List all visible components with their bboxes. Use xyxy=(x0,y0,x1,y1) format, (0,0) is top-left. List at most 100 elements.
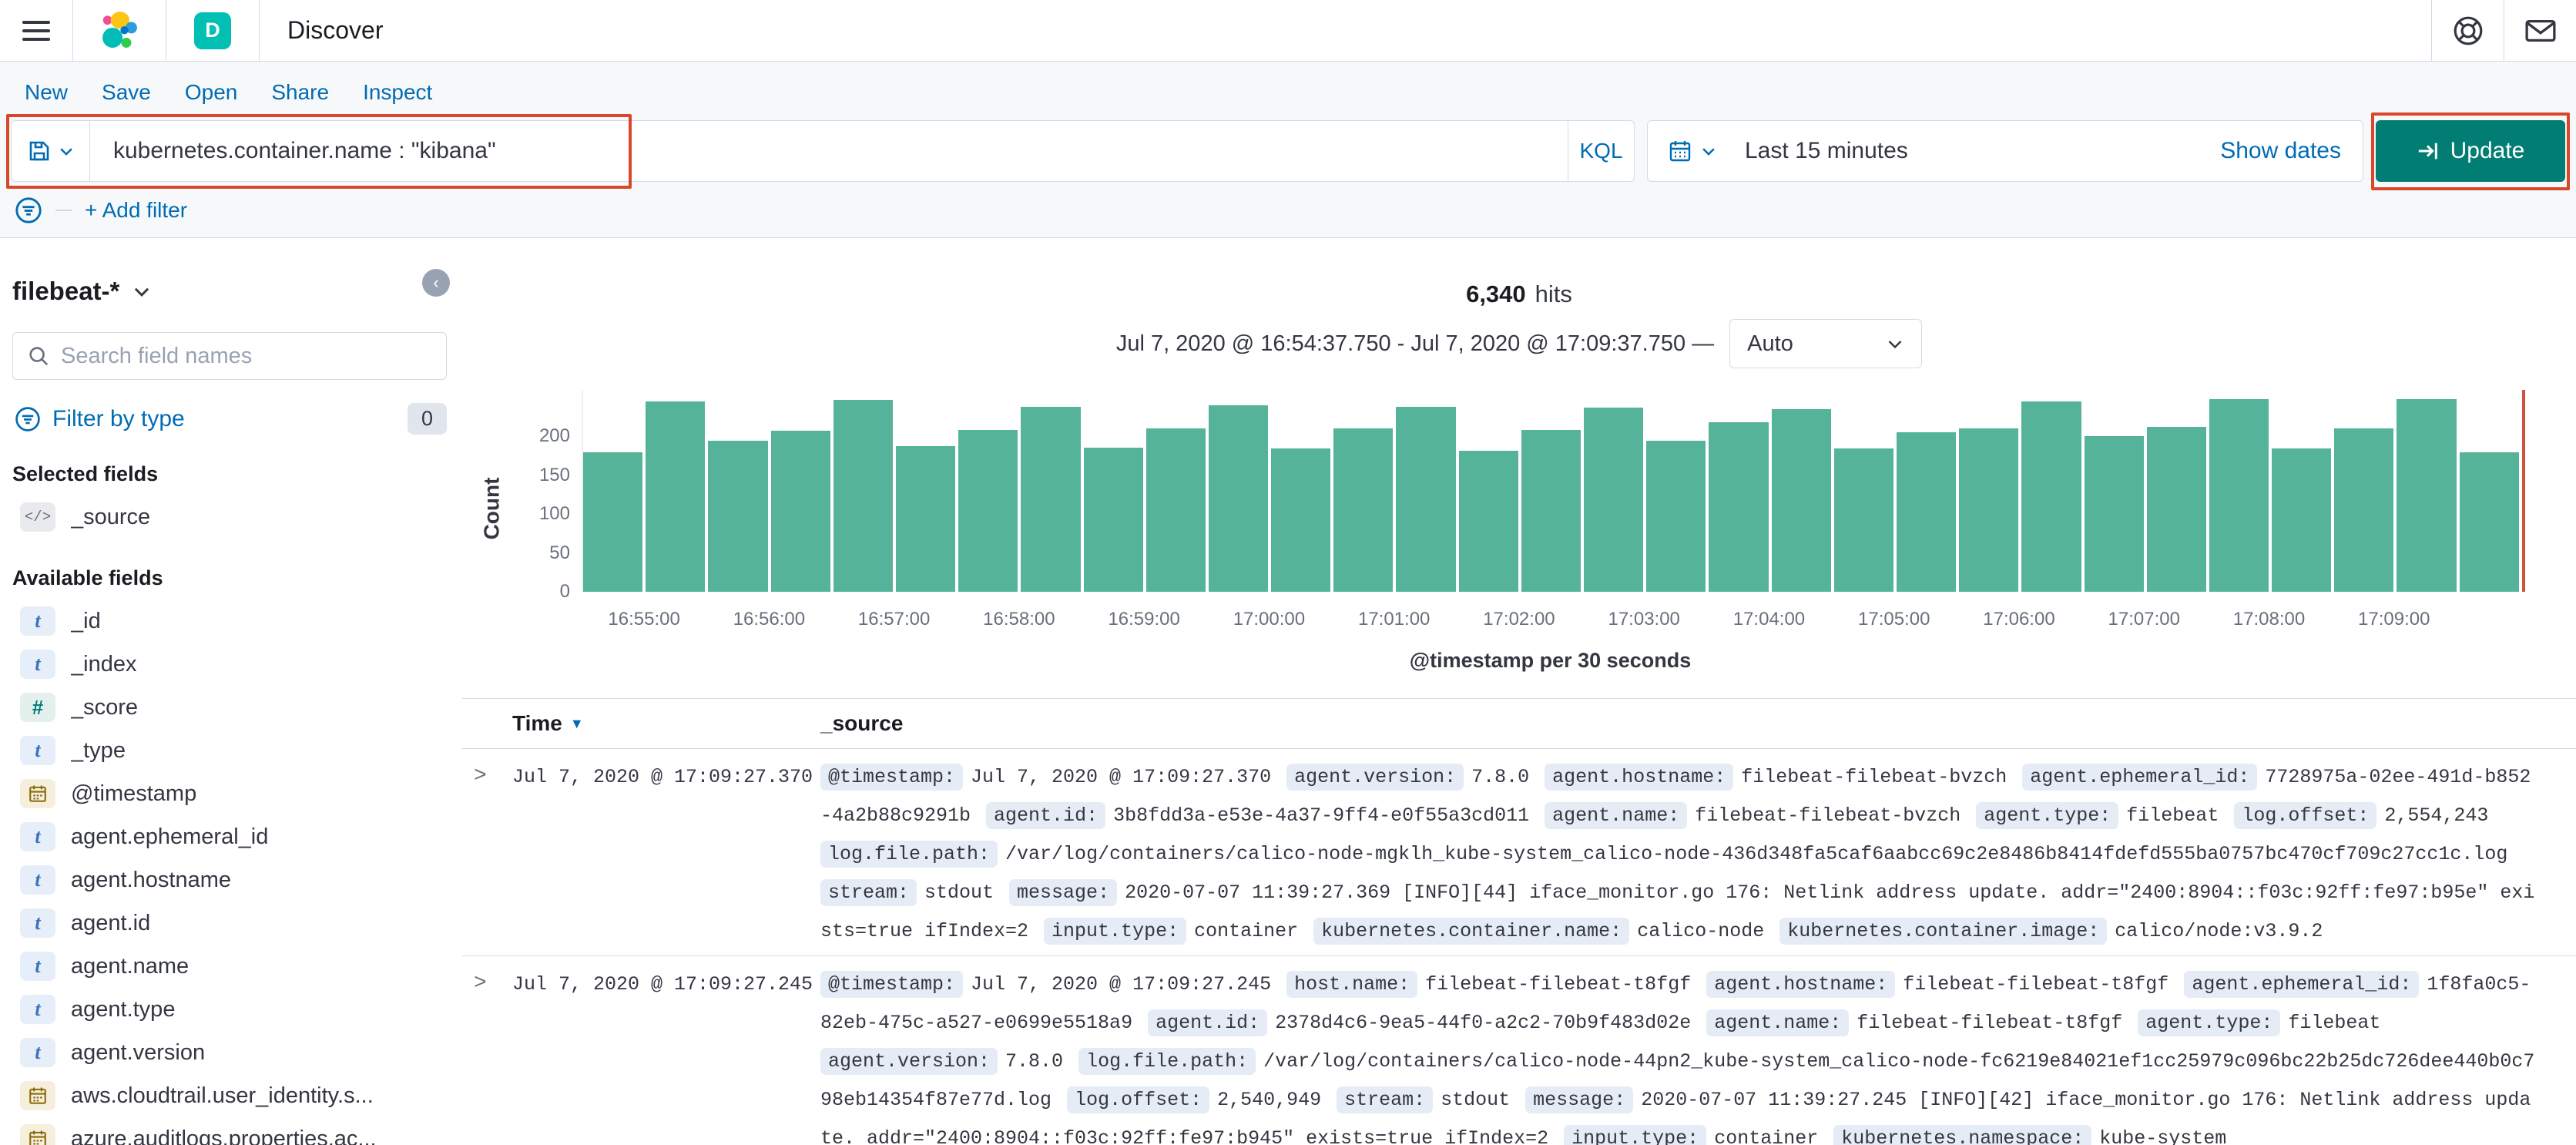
histogram-bar-23[interactable] xyxy=(2021,401,2081,592)
expand-row-icon[interactable]: > xyxy=(474,965,512,1145)
histogram-bar-11[interactable] xyxy=(1271,448,1331,592)
chevron-down-icon xyxy=(1888,341,1902,349)
histogram-bar-4[interactable] xyxy=(833,400,893,592)
field-key-pill: kubernetes.container.image: xyxy=(1779,918,2108,945)
field-key-pill: agent.version: xyxy=(820,1048,998,1075)
histogram-bar-1[interactable] xyxy=(646,401,706,592)
x-tick-17:01:00: 17:01:00 xyxy=(1357,609,1431,630)
x-tick-16:58:00: 16:58:00 xyxy=(983,609,1055,630)
saved-query-button[interactable] xyxy=(12,121,90,181)
date-field-icon xyxy=(20,1124,55,1145)
filter-by-type-link[interactable]: Filter by type xyxy=(52,406,185,432)
histogram-bar-15[interactable] xyxy=(1521,430,1581,592)
field-item-_type[interactable]: t _type xyxy=(12,729,447,772)
save-icon xyxy=(29,141,49,161)
kql-button[interactable]: KQL xyxy=(1568,121,1634,181)
nav-link-share[interactable]: Share xyxy=(271,80,329,105)
nav-link-new[interactable]: New xyxy=(25,80,68,105)
histogram-bar-8[interactable] xyxy=(1083,447,1143,592)
histogram-bar-30[interactable] xyxy=(2459,452,2519,592)
collapse-sidebar-button[interactable]: ‹ xyxy=(422,269,450,297)
field-key-pill: stream: xyxy=(820,879,917,906)
show-dates-link[interactable]: Show dates xyxy=(2220,138,2341,164)
histogram-bar-24[interactable] xyxy=(2084,436,2144,592)
help-button[interactable] xyxy=(2431,0,2504,61)
field-value: 3b8fdd3a-e53e-4a37-9ff4-e0f55a3cd011 xyxy=(1113,804,1530,827)
add-filter-link[interactable]: + Add filter xyxy=(85,198,187,223)
histogram-bar-9[interactable] xyxy=(1145,428,1206,592)
help-icon xyxy=(2454,16,2482,45)
field-item-aws.cloudtrail.user_identity.s...[interactable]: aws.cloudtrail.user_identity.s... xyxy=(12,1074,447,1117)
time-range-label[interactable]: Last 15 minutes xyxy=(1745,138,1908,164)
field-key-pill: log.offset: xyxy=(2234,802,2377,829)
field-item-agent.hostname[interactable]: t agent.hostname xyxy=(12,858,447,902)
histogram-bar-6[interactable] xyxy=(958,430,1018,592)
filter-circle-icon[interactable] xyxy=(14,196,43,225)
field-item-agent.type[interactable]: t agent.type xyxy=(12,988,447,1031)
field-item-azure.auditlogs.properties.ac...[interactable]: azure.auditlogs.properties.ac... xyxy=(12,1117,447,1145)
histogram-bar-18[interactable] xyxy=(1709,422,1769,592)
field-value: stdout xyxy=(924,881,995,904)
field-name-label: _type xyxy=(71,737,126,763)
histogram-bar-10[interactable] xyxy=(1208,405,1269,592)
field-value: filebeat-filebeat-bvzch xyxy=(1741,766,2007,788)
histogram-bar-7[interactable] xyxy=(1021,407,1081,592)
histogram-bar-14[interactable] xyxy=(1458,450,1518,592)
field-key-pill: agent.name: xyxy=(1706,1009,1850,1036)
nav-link-open[interactable]: Open xyxy=(185,80,238,105)
histogram-bar-19[interactable] xyxy=(1771,409,1831,592)
expand-row-icon[interactable]: > xyxy=(474,758,512,951)
query-input[interactable]: kubernetes.container.name : "kibana" xyxy=(90,121,1568,181)
field-value: Jul 7, 2020 @ 17:09:27.245 xyxy=(971,973,1272,996)
elastic-logo-icon[interactable] xyxy=(73,0,166,61)
x-tick-16:57:00: 16:57:00 xyxy=(857,609,931,630)
date-picker-button[interactable] xyxy=(1648,121,1737,181)
nav-link-inspect[interactable]: Inspect xyxy=(363,80,432,105)
histogram-bar-26[interactable] xyxy=(2209,399,2269,592)
sort-desc-icon[interactable]: ▼ xyxy=(570,716,584,732)
time-column-header[interactable]: Time ▼ xyxy=(512,711,820,736)
field-value: filebeat xyxy=(2288,1012,2381,1034)
y-tick-0: 0 xyxy=(559,581,570,602)
field-item-agent.id[interactable]: t agent.id xyxy=(12,902,447,945)
menu-button[interactable] xyxy=(0,0,72,61)
newsfeed-button[interactable] xyxy=(2504,0,2576,61)
field-item-agent.ephemeral_id[interactable]: t agent.ephemeral_id xyxy=(12,815,447,858)
histogram-bar-22[interactable] xyxy=(1959,428,2019,592)
update-button[interactable]: Update xyxy=(2376,120,2565,182)
field-name-label: azure.auditlogs.properties.ac... xyxy=(71,1126,377,1145)
date-field-icon xyxy=(20,1081,55,1110)
field-search-input[interactable]: Search field names xyxy=(12,332,447,380)
histogram-bar-2[interactable] xyxy=(708,440,768,592)
string-field-icon: t xyxy=(20,995,55,1024)
field-key-pill: agent.ephemeral_id: xyxy=(2184,971,2420,998)
histogram-bar-3[interactable] xyxy=(770,431,830,592)
interval-select[interactable]: Auto xyxy=(1729,319,1923,368)
histogram-bar-25[interactable] xyxy=(2146,427,2206,592)
histogram-bar-5[interactable] xyxy=(895,445,956,592)
field-item-agent.name[interactable]: t agent.name xyxy=(12,945,447,988)
histogram-bar-27[interactable] xyxy=(2272,448,2332,592)
divider xyxy=(55,210,72,211)
field-name-label: agent.name xyxy=(71,953,190,979)
field-item-_index[interactable]: t _index xyxy=(12,643,447,686)
histogram-bar-0[interactable] xyxy=(583,452,643,592)
histogram-bar-13[interactable] xyxy=(1396,407,1456,592)
field-item-agent.version[interactable]: t agent.version xyxy=(12,1031,447,1074)
field-item-_source[interactable]: </> _source xyxy=(12,495,447,539)
histogram-bar-29[interactable] xyxy=(2397,399,2457,592)
field-item-_id[interactable]: t _id xyxy=(12,599,447,643)
histogram-bar-12[interactable] xyxy=(1333,428,1394,592)
field-item-_score[interactable]: # _score xyxy=(12,686,447,729)
histogram-bar-16[interactable] xyxy=(1584,408,1644,592)
index-pattern-selector[interactable]: filebeat-* xyxy=(12,277,447,306)
field-item-@timestamp[interactable]: @timestamp xyxy=(12,772,447,815)
documents-table: Time ▼ _source > Jul 7, 2020 @ 17:09:27.3… xyxy=(462,698,2576,1145)
nav-link-save[interactable]: Save xyxy=(102,80,151,105)
field-name-label: _id xyxy=(71,608,101,633)
histogram-plot[interactable] xyxy=(582,390,2525,592)
histogram-bar-21[interactable] xyxy=(1896,432,1957,592)
histogram-bar-28[interactable] xyxy=(2334,428,2394,592)
histogram-bar-20[interactable] xyxy=(1833,448,1893,592)
histogram-bar-17[interactable] xyxy=(1646,440,1706,592)
